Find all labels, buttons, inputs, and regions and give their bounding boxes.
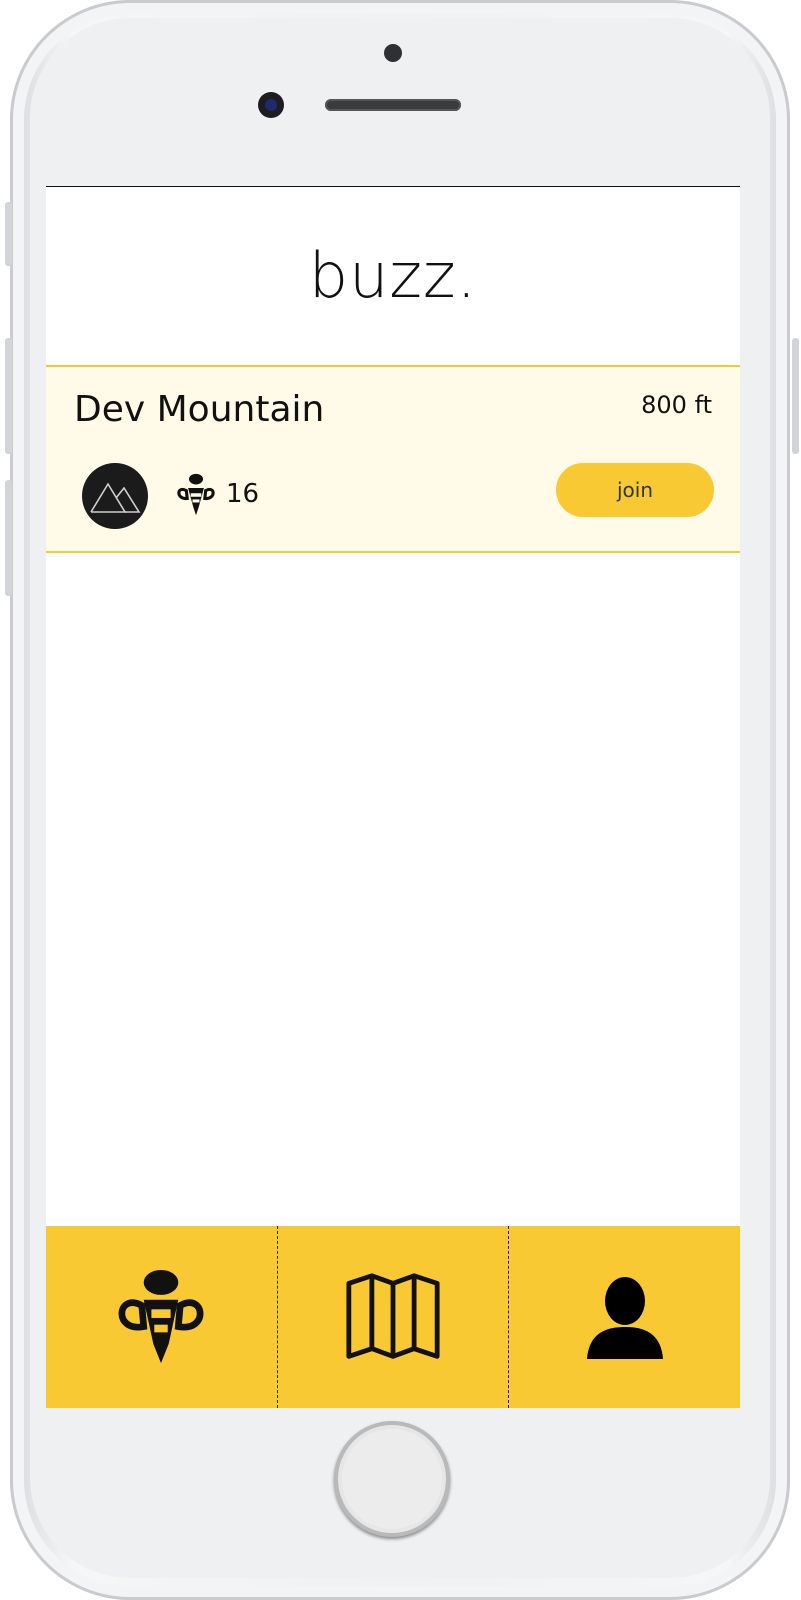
app-title: buzz. xyxy=(308,239,478,312)
hive-name: Dev Mountain xyxy=(74,389,325,430)
volume-up-button xyxy=(5,338,12,454)
tab-profile[interactable] xyxy=(508,1226,740,1408)
mountain-icon xyxy=(90,482,141,513)
front-camera xyxy=(258,92,284,118)
app-screen: buzz. Dev Mountain 800 ft 16 join xyxy=(46,186,740,1408)
home-button[interactable] xyxy=(334,1421,450,1537)
hive-member-count: 16 xyxy=(226,479,260,509)
volume-down-button xyxy=(5,480,12,596)
tab-map[interactable] xyxy=(276,1226,509,1408)
tab-bar xyxy=(46,1226,740,1408)
join-button[interactable]: join xyxy=(556,463,714,517)
mute-switch xyxy=(5,202,12,266)
tab-hives[interactable] xyxy=(46,1226,277,1408)
bee-icon xyxy=(118,1269,204,1364)
user-icon xyxy=(586,1277,663,1359)
hive-distance: 800 ft xyxy=(641,391,712,419)
proximity-sensor xyxy=(384,44,402,62)
bee-icon xyxy=(177,473,215,516)
power-button xyxy=(792,338,799,454)
earpiece-speaker xyxy=(325,99,461,111)
map-icon xyxy=(346,1273,440,1359)
hive-avatar xyxy=(82,463,148,529)
hive-card[interactable]: Dev Mountain 800 ft 16 join xyxy=(46,365,740,553)
